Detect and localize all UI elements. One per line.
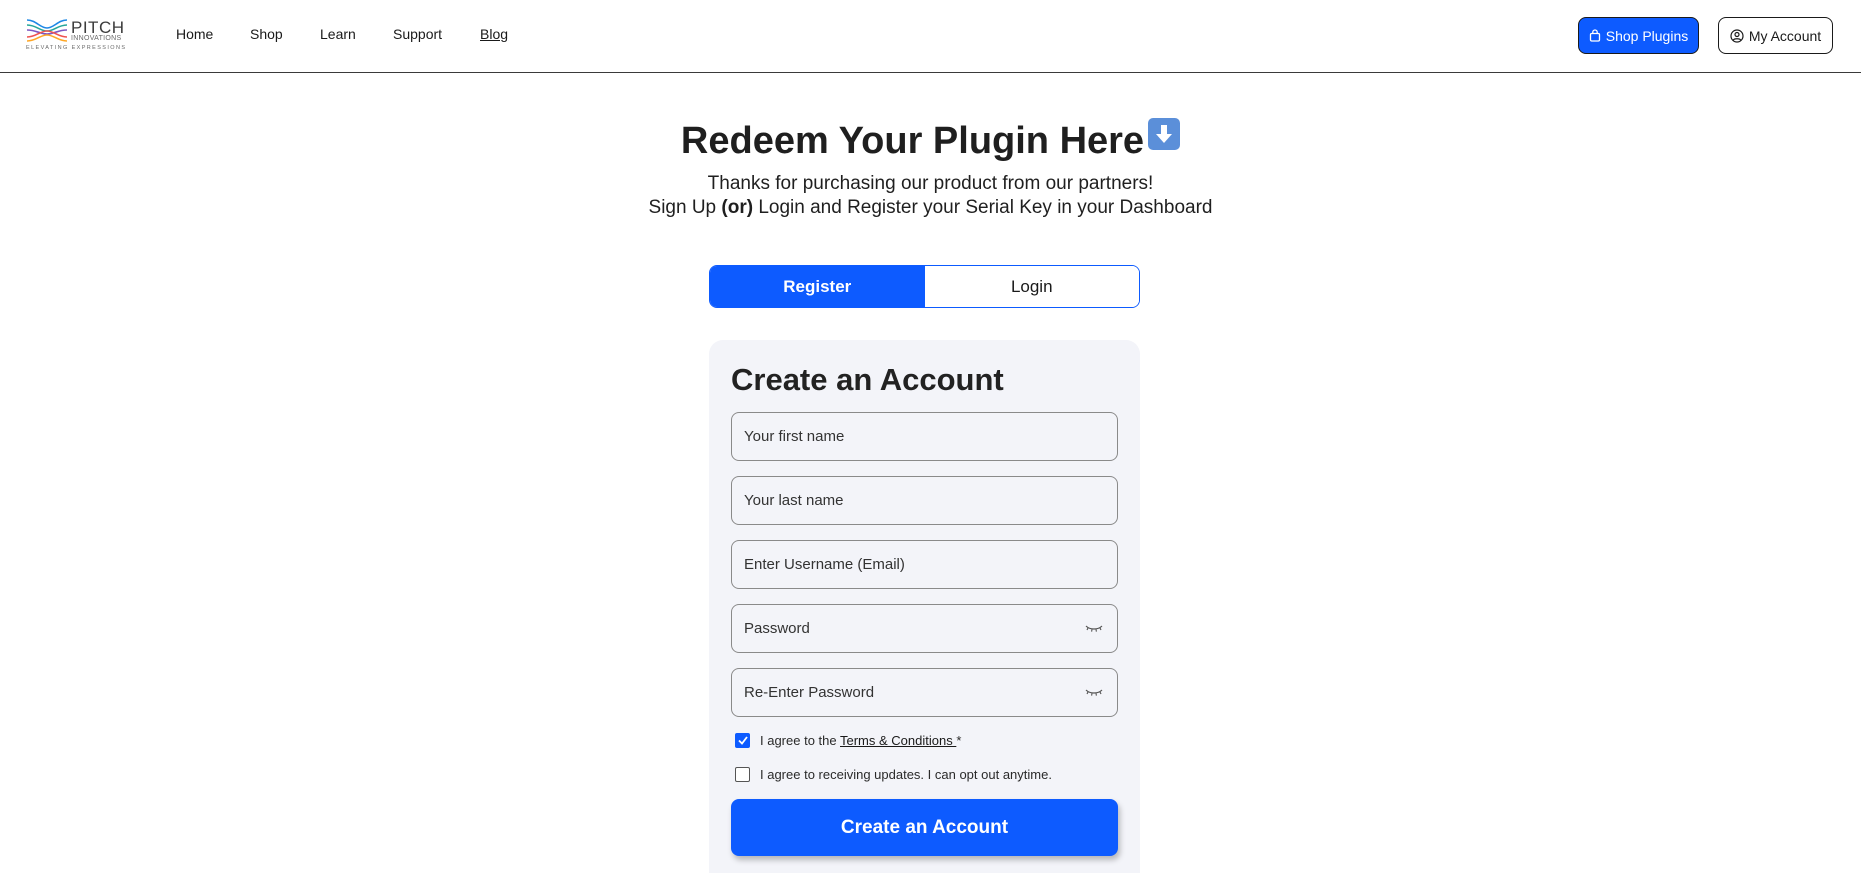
tab-register[interactable]: Register xyxy=(710,266,925,307)
logo-sub: INNOVATIONS xyxy=(71,35,122,42)
my-account-button[interactable]: My Account xyxy=(1718,17,1833,54)
user-circle-icon xyxy=(1730,28,1744,43)
down-arrow-emoji-icon xyxy=(1148,118,1181,150)
terms-required-mark: * xyxy=(956,733,962,748)
my-account-label: My Account xyxy=(1748,27,1822,44)
updates-label: I agree to receiving updates. I can opt … xyxy=(760,767,1052,782)
site-header: PITCH INNOVATIONS ELEVATING EXPRESSIONS … xyxy=(0,0,1861,73)
tab-login[interactable]: Login xyxy=(924,266,1139,307)
eye-closed-icon[interactable] xyxy=(1084,687,1104,697)
first-name-input[interactable] xyxy=(732,413,1117,460)
checkmark-icon xyxy=(738,736,748,745)
terms-row: I agree to the Terms & Conditions * xyxy=(735,733,961,748)
nav-support[interactable]: Support xyxy=(393,26,480,42)
username-input[interactable] xyxy=(732,541,1117,588)
hero-subtitle-line1: Thanks for purchasing our product from o… xyxy=(707,173,1154,194)
register-card: Create an Account Your first name Your l… xyxy=(709,340,1140,873)
last-name-field xyxy=(731,476,1118,525)
nav-shop[interactable]: Shop xyxy=(250,26,320,42)
shop-plugins-label: Shop Plugins xyxy=(1605,27,1689,44)
nav-home[interactable]: Home xyxy=(176,26,250,42)
terms-label-pre: I agree to the xyxy=(760,733,840,748)
terms-label: I agree to the Terms & Conditions * xyxy=(760,733,961,748)
pitch-innovations-logo[interactable]: PITCH INNOVATIONS ELEVATING EXPRESSIONS xyxy=(26,16,130,52)
reenter-password-input[interactable] xyxy=(732,669,1117,716)
shop-plugins-button[interactable]: Shop Plugins xyxy=(1578,17,1699,54)
logo-tagline: ELEVATING EXPRESSIONS xyxy=(26,45,127,51)
hero-subtitle-post: Login and Register your Serial Key in yo… xyxy=(753,197,1213,218)
page-title-text: Redeem Your Plugin Here xyxy=(680,120,1145,162)
username-field xyxy=(731,540,1118,589)
hero-subtitle-pre: Sign Up xyxy=(648,197,722,218)
hero-subtitle-line2: Sign Up (or) Login and Register your Ser… xyxy=(0,197,1861,219)
terms-checkbox[interactable] xyxy=(735,733,750,748)
updates-checkbox[interactable] xyxy=(735,767,750,782)
first-name-field xyxy=(731,412,1118,461)
nav-learn[interactable]: Learn xyxy=(320,26,393,42)
password-field xyxy=(731,604,1118,653)
page-title: Redeem Your Plugin Here xyxy=(0,118,1861,163)
password-input[interactable] xyxy=(732,605,1117,652)
eye-closed-icon[interactable] xyxy=(1084,623,1104,633)
form-title: Create an Account xyxy=(731,362,1004,397)
hero-subtitle-or: (or) xyxy=(721,197,754,218)
logo-wave-icon xyxy=(26,19,68,42)
shopping-bag-icon xyxy=(1589,29,1600,42)
reenter-password-field xyxy=(731,668,1118,717)
auth-tabs: Register Login xyxy=(709,265,1140,308)
nav-blog[interactable]: Blog xyxy=(480,26,508,42)
create-account-button[interactable]: Create an Account xyxy=(731,799,1118,856)
updates-row: I agree to receiving updates. I can opt … xyxy=(735,767,1052,782)
main-nav: Home Shop Learn Support Blog xyxy=(176,26,508,42)
last-name-input[interactable] xyxy=(732,477,1117,524)
terms-link[interactable]: Terms & Conditions xyxy=(840,733,956,748)
